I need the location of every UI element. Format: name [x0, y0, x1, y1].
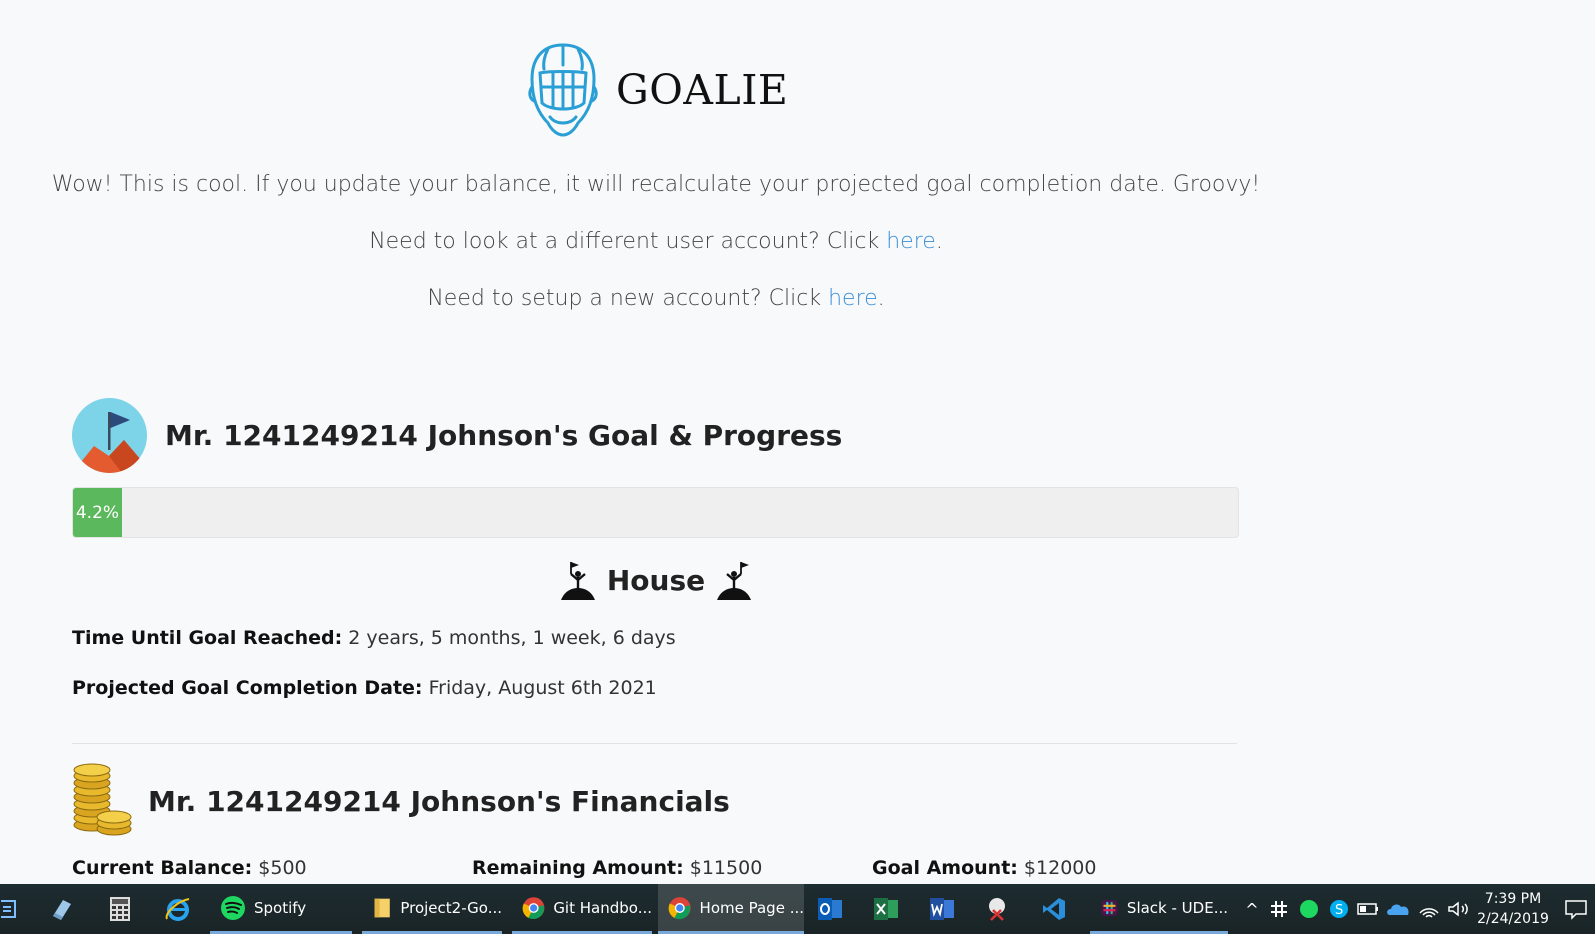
climber-flag-icon: [560, 562, 595, 600]
switch-user-line: Need to look at a different user account…: [0, 229, 1312, 254]
remaining-amount: Remaining Amount: $11500: [472, 857, 762, 879]
goal-name-row: House: [0, 560, 1312, 600]
taskbar-app-label: Git Handbo...: [553, 898, 652, 917]
new-account-suffix: .: [877, 286, 885, 311]
new-account-link[interactable]: here: [828, 286, 878, 311]
internet-explorer-icon[interactable]: [162, 893, 194, 925]
word-icon[interactable]: [926, 893, 958, 925]
switch-user-suffix: .: [935, 229, 943, 254]
completion-date: Projected Goal Completion Date: Friday, …: [72, 677, 657, 699]
remaining-amount-label: Remaining Amount:: [472, 857, 684, 879]
folder-icon: [374, 898, 390, 917]
system-tray: ^ S: [1238, 884, 1474, 934]
progress-bar: 4.2%: [73, 488, 122, 537]
coins-icon: [73, 763, 132, 836]
taskbar-app-label: Home Page ...: [699, 898, 804, 917]
goalie-mask-icon: [528, 43, 598, 137]
clock-time: 7:39 PM: [1484, 891, 1542, 907]
skype-icon[interactable]: S: [1324, 899, 1354, 919]
time-until-goal-value: 2 years, 5 months, 1 week, 6 days: [342, 627, 676, 649]
time-until-goal-label: Time Until Goal Reached:: [72, 627, 343, 649]
vscode-icon[interactable]: [1038, 893, 1070, 925]
intro-text: Wow! This is cool. If you update your ba…: [51, 172, 1261, 197]
taskbar-app-label: Spotify: [254, 898, 307, 917]
task-view-icon[interactable]: [0, 893, 20, 925]
new-account-text: Need to setup a new account? Click: [427, 286, 829, 311]
spotify-icon: [221, 895, 245, 920]
notifications-icon[interactable]: [1560, 893, 1592, 925]
outlook-icon[interactable]: [814, 893, 846, 925]
onedrive-icon[interactable]: [1384, 899, 1414, 919]
calculator-icon[interactable]: [104, 893, 136, 925]
goal-amount-value: $12000: [1017, 857, 1097, 879]
goal-amount: Goal Amount: $12000: [872, 857, 1096, 879]
app-page: GOALIE Wow! This is cool. If you update …: [0, 0, 1595, 884]
switch-user-text: Need to look at a different user account…: [369, 229, 887, 254]
spotify-tray-icon[interactable]: [1294, 899, 1324, 919]
goalie-logo: GOALIE: [528, 40, 788, 140]
eraser-app-icon[interactable]: [46, 893, 78, 925]
battery-icon[interactable]: [1354, 899, 1384, 919]
goal-progress: 4.2%: [72, 487, 1239, 538]
section-divider: [72, 743, 1237, 744]
remaining-amount-value: $11500: [683, 857, 763, 879]
goal-amount-label: Goal Amount:: [872, 857, 1018, 879]
logo-text: GOALIE: [616, 66, 789, 114]
new-account-line: Need to setup a new account? Click here.: [0, 286, 1312, 311]
svg-text:S: S: [1335, 903, 1343, 918]
switch-user-link[interactable]: here: [886, 229, 936, 254]
taskbar-app-chrome-home[interactable]: Home Page ...: [658, 884, 804, 934]
taskbar-app-label: Project2-Go...: [400, 898, 502, 917]
chevron-up-icon[interactable]: ^: [1238, 900, 1266, 919]
mountain-flag-icon: [72, 398, 147, 473]
goal-section-title: Mr. 1241249214 Johnson's Goal & Progress: [165, 419, 843, 452]
snipping-tool-icon[interactable]: [982, 893, 1014, 925]
current-balance-label: Current Balance:: [72, 857, 253, 879]
taskbar-app-slack[interactable]: Slack - UDE...: [1090, 884, 1228, 934]
slack-icon: [1101, 899, 1118, 916]
current-balance: Current Balance: $500: [72, 857, 307, 879]
taskbar-app-spotify[interactable]: Spotify: [210, 884, 352, 934]
current-balance-value: $500: [252, 857, 307, 879]
chrome-icon: [522, 896, 545, 919]
wifi-icon[interactable]: [1414, 899, 1444, 919]
slack-tray-icon[interactable]: [1266, 899, 1294, 919]
completion-date-label: Projected Goal Completion Date:: [72, 677, 423, 699]
taskbar-app-chrome-git[interactable]: Git Handbo...: [512, 884, 652, 934]
taskbar-app-explorer[interactable]: Project2-Go...: [362, 884, 502, 934]
time-until-goal: Time Until Goal Reached: 2 years, 5 mont…: [72, 627, 676, 649]
clock-date: 2/24/2019: [1477, 911, 1549, 927]
goal-name: House: [606, 563, 706, 597]
financials-section-title: Mr. 1241249214 Johnson's Financials: [148, 784, 730, 818]
taskbar: Spotify Project2-Go... Git Handbo... Hom…: [0, 884, 1595, 934]
climber-flag-icon: [717, 562, 752, 600]
excel-icon[interactable]: [870, 893, 902, 925]
chrome-icon: [668, 896, 691, 919]
completion-date-value: Friday, August 6th 2021: [422, 677, 657, 699]
clock[interactable]: 7:39 PM 2/24/2019: [1468, 889, 1558, 929]
financials-section-header: Mr. 1241249214 Johnson's Financials: [72, 763, 730, 839]
goal-section-header: Mr. 1241249214 Johnson's Goal & Progress: [72, 398, 842, 473]
taskbar-app-label: Slack - UDE...: [1126, 898, 1228, 917]
